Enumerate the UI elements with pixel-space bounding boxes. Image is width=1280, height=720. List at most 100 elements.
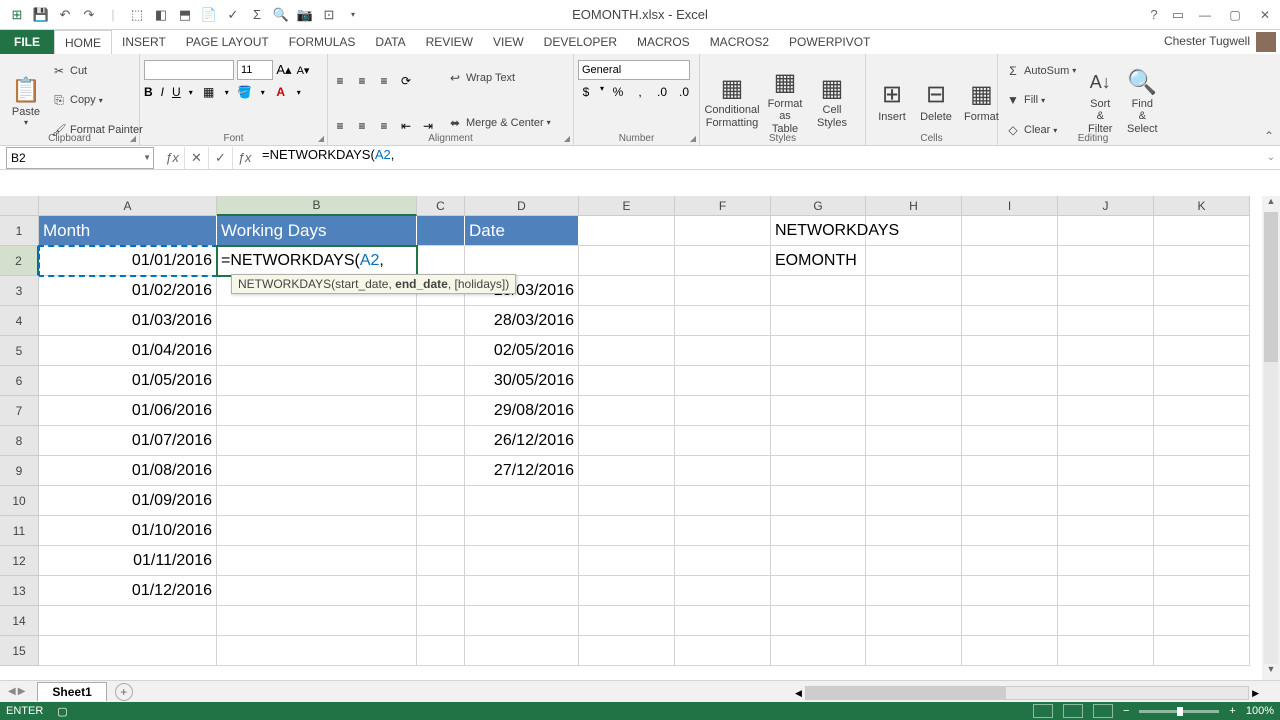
border-icon[interactable]: ▦ [201, 84, 217, 100]
cell-A4[interactable]: 01/03/2016 [39, 306, 217, 336]
cell-G14[interactable] [771, 606, 866, 636]
help-icon[interactable]: ? [1142, 0, 1166, 30]
cell-A1[interactable]: Month [39, 216, 217, 246]
qat-btn-7[interactable]: 🔍 [272, 6, 290, 24]
cell-K15[interactable] [1154, 636, 1250, 666]
collapse-ribbon-icon[interactable]: ⌃ [1264, 129, 1274, 143]
name-box[interactable]: B2▼ [6, 147, 154, 169]
cell-I11[interactable] [962, 516, 1058, 546]
cell-E15[interactable] [579, 636, 675, 666]
cell-D2[interactable] [465, 246, 579, 276]
cell-K9[interactable] [1154, 456, 1250, 486]
cell-J2[interactable] [1058, 246, 1154, 276]
row-header[interactable]: 11 [0, 516, 39, 546]
cell-H3[interactable] [866, 276, 962, 306]
cell-I10[interactable] [962, 486, 1058, 516]
cancel-icon[interactable]: ✕ [184, 147, 208, 169]
cell-C7[interactable] [417, 396, 465, 426]
cell-B9[interactable] [217, 456, 417, 486]
horizontal-scrollbar[interactable]: ◀ ▶ [792, 684, 1262, 702]
cell-E1[interactable] [579, 216, 675, 246]
cell-K2[interactable] [1154, 246, 1250, 276]
select-all-corner[interactable] [0, 196, 39, 216]
cell-F7[interactable] [675, 396, 771, 426]
row-header[interactable]: 13 [0, 576, 39, 606]
cell-D15[interactable] [465, 636, 579, 666]
tab-data[interactable]: DATA [365, 30, 415, 54]
cell-K11[interactable] [1154, 516, 1250, 546]
align-middle-icon[interactable]: ≡ [354, 73, 370, 89]
format-as-table-button[interactable]: ▦Format as Table [760, 56, 810, 145]
enter-icon[interactable]: ✓ [208, 147, 232, 169]
grid[interactable]: A B C D E F G H I J K 1MonthWorking Days… [0, 196, 1280, 680]
tab-home[interactable]: HOME [54, 30, 112, 54]
cell-K12[interactable] [1154, 546, 1250, 576]
cell-H9[interactable] [866, 456, 962, 486]
page-break-view-icon[interactable] [1093, 704, 1113, 718]
cell-G5[interactable] [771, 336, 866, 366]
cell-styles-button[interactable]: ▦Cell Styles [810, 56, 854, 145]
file-tab[interactable]: FILE [0, 30, 54, 54]
cell-F3[interactable] [675, 276, 771, 306]
cell-J3[interactable] [1058, 276, 1154, 306]
scroll-up-icon[interactable]: ▲ [1262, 196, 1280, 212]
cell-I7[interactable] [962, 396, 1058, 426]
macro-record-icon[interactable]: ▢ [57, 705, 67, 718]
normal-view-icon[interactable] [1033, 704, 1053, 718]
vertical-scrollbar[interactable]: ▲ ▼ [1262, 196, 1280, 680]
cell-B10[interactable] [217, 486, 417, 516]
sheet-next-icon[interactable]: ▶ [18, 686, 26, 697]
cell-C5[interactable] [417, 336, 465, 366]
ribbon-display-icon[interactable]: ▭ [1166, 0, 1190, 30]
cell-I4[interactable] [962, 306, 1058, 336]
find-select-button[interactable]: 🔍Find & Select [1121, 56, 1163, 145]
col-header-f[interactable]: F [675, 196, 771, 216]
cell-E11[interactable] [579, 516, 675, 546]
close-button[interactable]: ✕ [1250, 0, 1280, 30]
row-header[interactable]: 8 [0, 426, 39, 456]
cell-C6[interactable] [417, 366, 465, 396]
row-header[interactable]: 4 [0, 306, 39, 336]
cell-A15[interactable] [39, 636, 217, 666]
copy-button[interactable]: ⎘Copy ▾ [48, 91, 146, 109]
page-layout-view-icon[interactable] [1063, 704, 1083, 718]
cell-G11[interactable] [771, 516, 866, 546]
align-right-icon[interactable]: ≡ [376, 118, 392, 134]
cell-H7[interactable] [866, 396, 962, 426]
insert-function-icon[interactable]: ƒx [160, 147, 184, 169]
cell-H8[interactable] [866, 426, 962, 456]
cell-G10[interactable] [771, 486, 866, 516]
cell-A14[interactable] [39, 606, 217, 636]
cell-G12[interactable] [771, 546, 866, 576]
row-header[interactable]: 12 [0, 546, 39, 576]
cell-C8[interactable] [417, 426, 465, 456]
underline-button[interactable]: U [172, 85, 181, 99]
cell-K14[interactable] [1154, 606, 1250, 636]
col-header-k[interactable]: K [1154, 196, 1250, 216]
italic-button[interactable]: I [161, 85, 164, 99]
cell-A6[interactable]: 01/05/2016 [39, 366, 217, 396]
wrap-text-button[interactable]: ↩Wrap Text [444, 69, 554, 87]
cell-A12[interactable]: 01/11/2016 [39, 546, 217, 576]
cell-K13[interactable] [1154, 576, 1250, 606]
cell-E3[interactable] [579, 276, 675, 306]
cell-D9[interactable]: 27/12/2016 [465, 456, 579, 486]
add-sheet-button[interactable]: + [115, 683, 133, 701]
delete-button[interactable]: ⊟Delete [914, 56, 958, 145]
cell-F1[interactable] [675, 216, 771, 246]
sheet-prev-icon[interactable]: ◀ [8, 686, 16, 697]
col-header-i[interactable]: I [962, 196, 1058, 216]
cell-F6[interactable] [675, 366, 771, 396]
cell-G3[interactable] [771, 276, 866, 306]
cell-D11[interactable] [465, 516, 579, 546]
row-header[interactable]: 10 [0, 486, 39, 516]
cell-A2[interactable]: 01/01/2016 [39, 246, 217, 276]
maximize-button[interactable]: ▢ [1220, 0, 1250, 30]
shrink-font-icon[interactable]: A▾ [295, 62, 311, 78]
hscroll-thumb[interactable] [806, 687, 1006, 699]
qat-btn-4[interactable]: 📄 [200, 6, 218, 24]
cell-D12[interactable] [465, 546, 579, 576]
cell-I14[interactable] [962, 606, 1058, 636]
cell-J8[interactable] [1058, 426, 1154, 456]
cell-G4[interactable] [771, 306, 866, 336]
